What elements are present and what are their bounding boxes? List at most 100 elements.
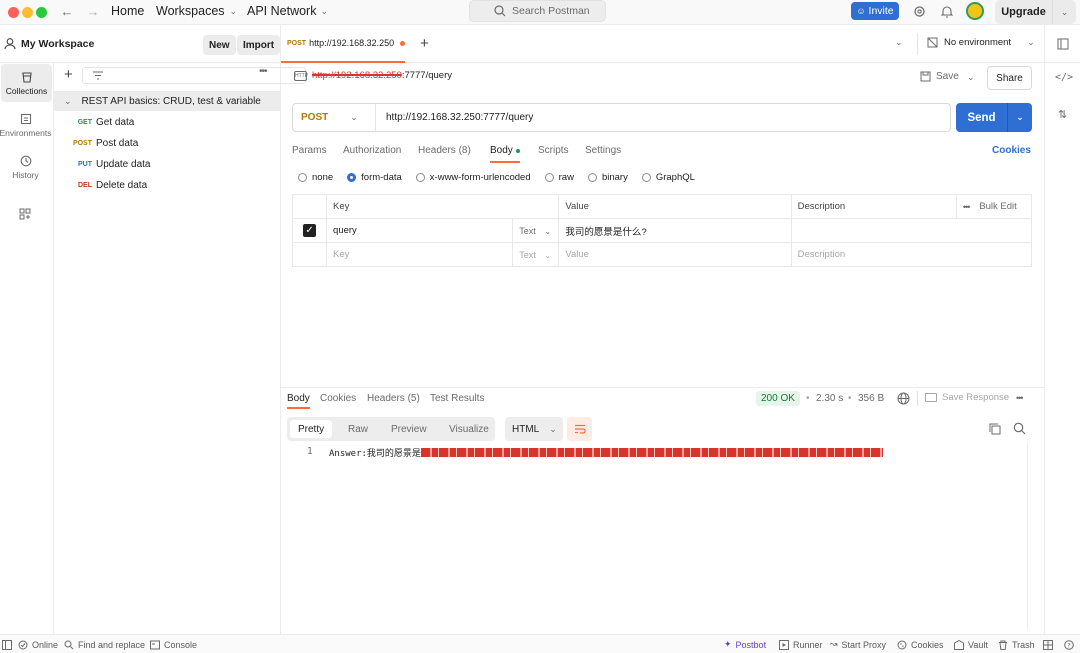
online-status[interactable]: Online	[18, 635, 58, 653]
tab-headers[interactable]: Headers (8)	[418, 145, 471, 156]
tab-body[interactable]: Body	[490, 145, 520, 163]
tab-settings[interactable]: Settings	[585, 145, 621, 156]
environment-selector[interactable]: No environment ⌄	[927, 37, 1035, 48]
send-menu-chevron-icon[interactable]: ⌄	[1008, 112, 1032, 123]
description-input[interactable]	[790, 218, 1033, 243]
key-input[interactable]: Key	[326, 242, 514, 267]
import-button[interactable]: Import	[237, 35, 281, 55]
runner-button[interactable]: Runner	[779, 635, 823, 653]
close-window-button[interactable]	[8, 7, 19, 18]
tab-authorization[interactable]: Authorization	[343, 145, 401, 156]
trash-button[interactable]: Trash	[998, 635, 1035, 653]
description-input[interactable]: Description	[790, 242, 1033, 267]
key-input[interactable]: query	[326, 218, 514, 243]
configure-sidebar-icon[interactable]	[19, 208, 31, 220]
radio-raw[interactable]: raw	[544, 172, 574, 183]
api-network-menu[interactable]: API Network ⌄	[247, 4, 328, 18]
postbot-button[interactable]: ✦ Postbot	[724, 635, 766, 653]
radio-binary[interactable]: binary	[587, 172, 628, 183]
status-badge[interactable]: 200 OK	[756, 391, 800, 406]
response-tab-cookies[interactable]: Cookies	[320, 393, 356, 404]
search-icon[interactable]	[1013, 422, 1026, 435]
response-tab-headers[interactable]: Headers (5)	[367, 393, 420, 404]
sidebar-item-history[interactable]: History	[0, 148, 51, 186]
new-button[interactable]: New	[203, 35, 236, 55]
workspace-name[interactable]: My Workspace	[21, 38, 94, 50]
help-button[interactable]: ?	[1064, 635, 1074, 653]
new-tab-plus-icon[interactable]: +	[420, 35, 429, 52]
avatar[interactable]	[966, 2, 984, 20]
settings-gear-icon[interactable]	[913, 5, 926, 18]
tab-list-chevron-icon[interactable]: ⌄	[895, 37, 903, 48]
related-collections-icon[interactable]: ⇅	[1058, 108, 1067, 121]
tab-params[interactable]: Params	[292, 145, 326, 156]
find-and-replace-button[interactable]: Find and replace	[64, 635, 145, 653]
value-input[interactable]: Value	[558, 242, 792, 267]
share-button[interactable]: Share	[987, 66, 1032, 90]
view-pretty[interactable]: Pretty	[290, 420, 333, 438]
radio-none[interactable]: none	[298, 172, 333, 183]
type-select[interactable]: Text ⌄	[512, 242, 560, 267]
response-size[interactable]: 356 B	[858, 393, 884, 404]
tree-item-post-data[interactable]: POST Post data	[70, 133, 138, 153]
upgrade-menu-button[interactable]: ⌄	[1052, 0, 1076, 24]
view-raw[interactable]: Raw	[348, 417, 368, 441]
sidebar-item-environments[interactable]: Environments	[0, 106, 51, 144]
maximize-window-button[interactable]	[36, 7, 47, 18]
minimize-window-button[interactable]	[22, 7, 33, 18]
search-input[interactable]: Search Postman	[469, 0, 606, 22]
vault-button[interactable]: Vault	[954, 635, 988, 653]
home-link[interactable]: Home	[111, 4, 144, 18]
url-input[interactable]: http://192.168.32.250:7777/query	[386, 112, 533, 123]
radio-graphql[interactable]: GraphQL	[641, 172, 695, 183]
console-button[interactable]: Console	[150, 635, 197, 653]
tree-item-get-data[interactable]: GET Get data	[70, 112, 135, 132]
response-tab-body[interactable]: Body	[287, 393, 310, 409]
workspaces-menu[interactable]: Workspaces ⌄	[156, 4, 237, 18]
cookies-link[interactable]: Cookies	[992, 145, 1031, 156]
tab-post-query[interactable]: POST http://192.168.32.250:7	[281, 25, 405, 63]
add-collection-icon[interactable]: +	[64, 66, 73, 83]
type-select[interactable]: Text ⌄	[512, 218, 560, 243]
collection-row[interactable]: ⌄ REST API basics: CRUD, test & variable	[54, 91, 280, 111]
filter-collections-input[interactable]	[82, 67, 306, 84]
scrollbar-track[interactable]	[1027, 442, 1028, 630]
save-menu-chevron-icon[interactable]: ⌄	[967, 72, 975, 83]
tree-item-delete-data[interactable]: DEL Delete data	[70, 175, 147, 195]
upgrade-button[interactable]: Upgrade	[995, 0, 1052, 24]
copy-icon[interactable]	[989, 423, 1001, 435]
value-input[interactable]: 我司的愿景是什么?	[558, 218, 792, 243]
save-button[interactable]: Save	[920, 71, 959, 82]
view-visualize[interactable]: Visualize	[449, 417, 489, 441]
more-options-icon[interactable]: •••	[259, 66, 267, 77]
network-globe-icon[interactable]	[897, 392, 910, 405]
response-body-line[interactable]: Answer:我司的愿景是	[329, 446, 883, 459]
sidebar-item-collections[interactable]: Collections	[1, 64, 52, 102]
radio-form-data[interactable]: form-data	[347, 172, 402, 183]
request-title[interactable]: :7777/query	[402, 70, 452, 81]
settings-panel-icon[interactable]	[1057, 38, 1069, 50]
start-proxy-button[interactable]: ↝ Start Proxy	[830, 635, 886, 653]
format-select[interactable]: HTML ⌄	[505, 417, 563, 441]
forward-arrow-icon[interactable]: →	[86, 4, 100, 19]
back-arrow-icon[interactable]: ←	[60, 4, 74, 19]
more-options-icon[interactable]: •••	[1016, 393, 1024, 403]
toggle-sidebar-button[interactable]	[2, 635, 12, 653]
send-button[interactable]: Send ⌄	[956, 103, 1032, 132]
wrap-lines-button[interactable]	[567, 417, 592, 441]
method-select[interactable]: POST ⌄	[293, 104, 376, 131]
notifications-bell-icon[interactable]	[941, 5, 953, 18]
bulk-edit-button[interactable]: ••• Bulk Edit	[963, 201, 1025, 212]
layout-button[interactable]	[1043, 635, 1053, 653]
view-preview[interactable]: Preview	[391, 417, 427, 441]
invite-button[interactable]: ☺ Invite	[851, 2, 899, 20]
response-tab-test-results[interactable]: Test Results	[430, 393, 484, 404]
code-snippet-icon[interactable]: </>	[1055, 72, 1073, 83]
cookies-button[interactable]: Cookies	[897, 635, 944, 653]
save-response-button[interactable]: Save Response	[925, 392, 1009, 403]
radio-x-www-form-urlencoded[interactable]: x-www-form-urlencoded	[415, 172, 531, 183]
tab-scripts[interactable]: Scripts	[538, 145, 569, 156]
checkbox-checked-icon[interactable]: ✓	[303, 224, 317, 237]
response-time[interactable]: 2.30 s	[816, 393, 843, 404]
tree-item-update-data[interactable]: PUT Update data	[70, 154, 151, 174]
